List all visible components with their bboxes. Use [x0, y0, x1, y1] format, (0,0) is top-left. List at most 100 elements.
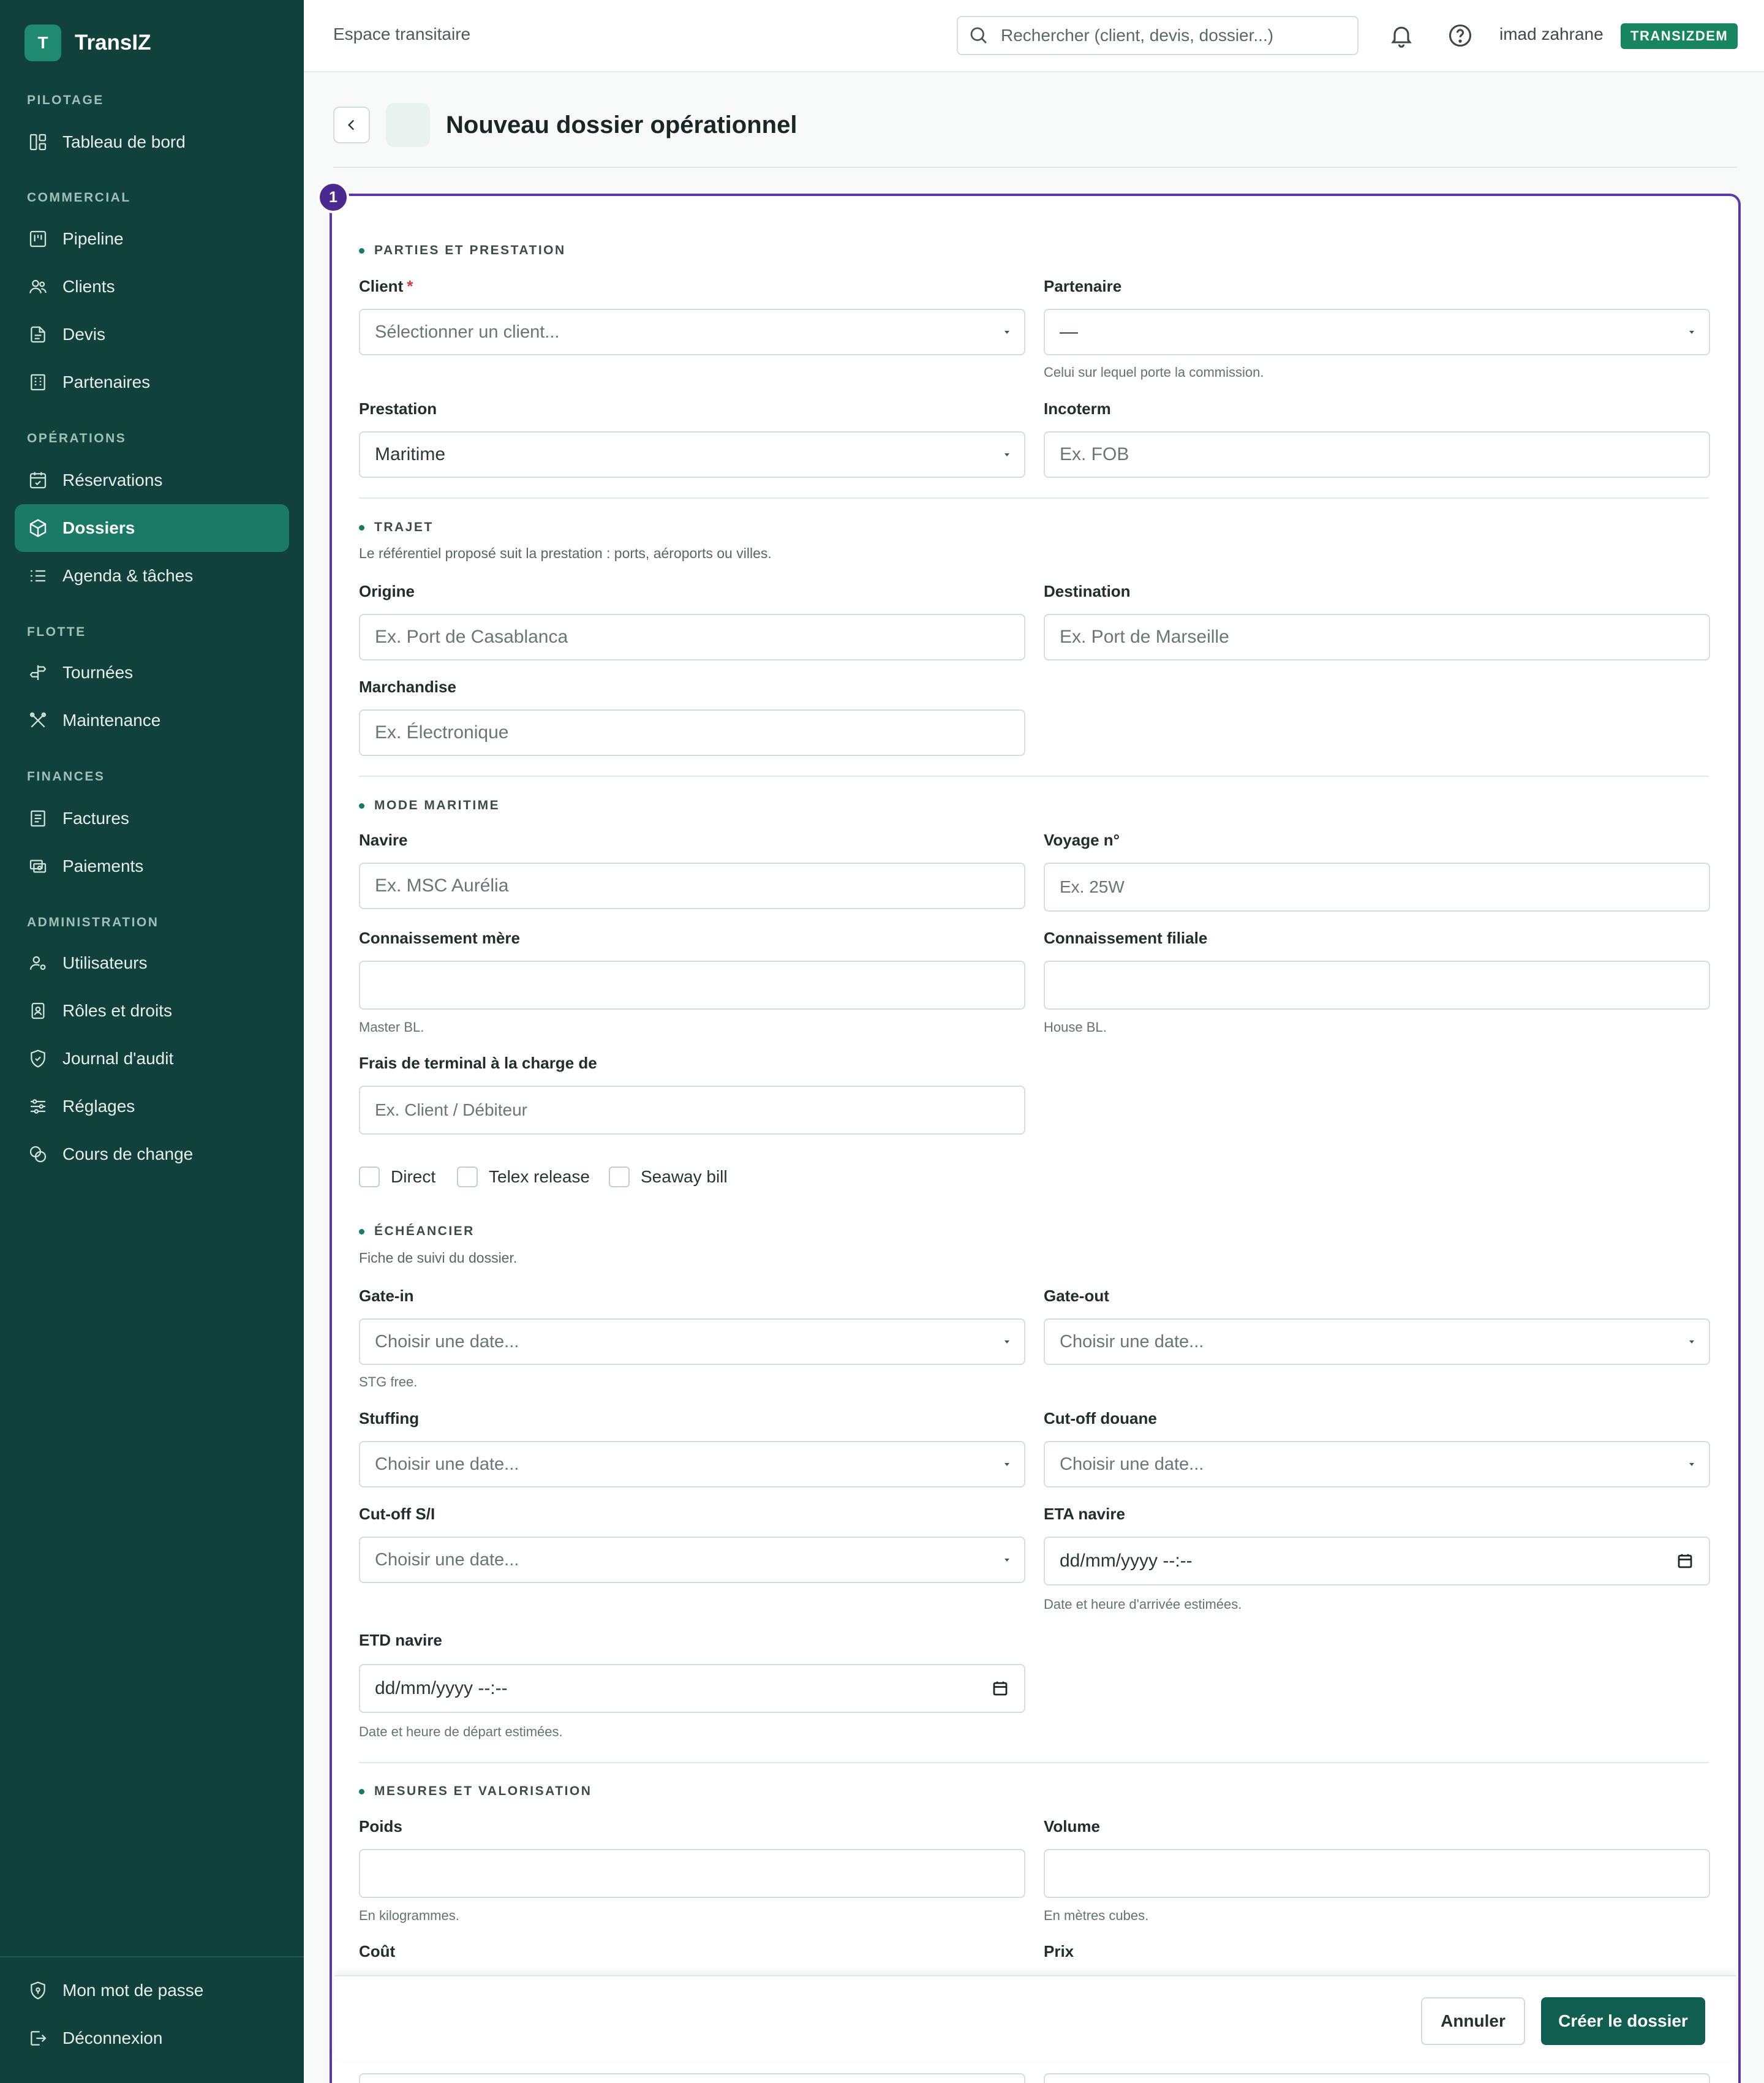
gate-out-datepicker[interactable]: Choisir une date... — [1044, 1318, 1710, 1365]
checkbox-telex-release[interactable]: Telex release — [457, 1166, 590, 1187]
section-divider — [359, 1762, 1709, 1763]
volume-input[interactable] — [1060, 1863, 1694, 1884]
step-badge: 1 — [317, 181, 349, 213]
prix-field[interactable] — [1044, 2073, 1710, 2083]
sidebar-item-clients[interactable]: Clients — [15, 263, 289, 311]
volume-field[interactable] — [1044, 1849, 1710, 1898]
bl-mere-label: Connaissement mère — [359, 929, 520, 947]
sidebar-item-maintenance[interactable]: Maintenance — [15, 697, 289, 744]
back-button[interactable] — [333, 107, 370, 143]
user-name[interactable]: imad zahrane — [1499, 25, 1604, 44]
sidebar-item-label: Devis — [62, 325, 106, 344]
bl-mere-hint: Master BL. — [359, 1019, 424, 1035]
cout-field[interactable] — [359, 2073, 1025, 2083]
poids-field[interactable] — [359, 1849, 1025, 1898]
checkbox-box[interactable] — [609, 1166, 630, 1187]
sidebar-item-devis[interactable]: Devis — [15, 311, 289, 358]
required-marker: * — [407, 277, 413, 295]
cutoff-si-datepicker[interactable]: Choisir une date... — [359, 1537, 1025, 1583]
help-icon[interactable] — [1447, 22, 1474, 49]
sidebar-item-pipeline[interactable]: Pipeline — [15, 215, 289, 263]
navire-field[interactable] — [359, 863, 1025, 909]
client-select-placeholder: Sélectionner un client... — [375, 322, 560, 342]
calendar-check-icon — [29, 472, 47, 489]
logout-icon — [31, 2031, 47, 2046]
date-placeholder: Choisir une date... — [1060, 1331, 1204, 1351]
sidebar-item-reservations[interactable]: Réservations — [15, 456, 289, 504]
bl-mere-input[interactable] — [375, 975, 1009, 996]
checkbox-direct[interactable]: Direct — [359, 1166, 435, 1187]
client-select[interactable]: Sélectionner un client... — [359, 309, 1025, 355]
sidebar-item-agenda[interactable]: Agenda & tâches — [15, 552, 289, 600]
incoterm-label: Incoterm — [1044, 399, 1111, 418]
nav-section-flotte: FLOTTE — [27, 625, 86, 639]
marchandise-field[interactable] — [359, 709, 1025, 756]
search-icon — [970, 27, 987, 43]
sidebar-item-reglages[interactable]: Réglages — [15, 1083, 289, 1130]
frais-terminal-input[interactable] — [375, 1100, 1009, 1120]
destination-input[interactable] — [1060, 627, 1694, 648]
sidebar-item-factures[interactable]: Factures — [15, 795, 289, 842]
poids-input[interactable] — [375, 1863, 1009, 1884]
checkbox-box[interactable] — [359, 1166, 380, 1187]
sidebar-item-label: Clients — [62, 277, 115, 296]
cutoff-douane-datepicker[interactable]: Choisir une date... — [1044, 1441, 1710, 1488]
bell-icon[interactable] — [1388, 22, 1415, 49]
sidebar-item-mot-de-passe[interactable]: Mon mot de passe — [15, 1967, 289, 2014]
bl-filiale-input[interactable] — [1060, 975, 1694, 996]
sidebar-item-dossiers[interactable]: Dossiers — [15, 504, 289, 552]
sidebar-item-paiements[interactable]: Paiements — [15, 842, 289, 890]
sidebar-item-partenaires[interactable]: Partenaires — [15, 358, 289, 406]
bl-filiale-field[interactable] — [1044, 961, 1710, 1010]
incoterm-field[interactable] — [1044, 431, 1710, 478]
navire-input[interactable] — [375, 875, 1009, 896]
cutoff-douane-label: Cut-off douane — [1044, 1409, 1157, 1427]
partenaire-select[interactable]: — — [1044, 309, 1710, 355]
sidebar-item-deconnexion[interactable]: Déconnexion — [15, 2014, 289, 2062]
checkbox-label: Telex release — [489, 1167, 590, 1186]
calendar-icon[interactable] — [991, 1679, 1009, 1698]
incoterm-input[interactable] — [1060, 444, 1694, 465]
destination-field[interactable] — [1044, 614, 1710, 660]
checkbox-box[interactable] — [457, 1166, 478, 1187]
marchandise-input[interactable] — [375, 722, 1009, 743]
voyage-field[interactable] — [1044, 863, 1710, 912]
nav-section-administration: ADMINISTRATION — [27, 915, 159, 929]
cancel-button[interactable]: Annuler — [1421, 1997, 1525, 2045]
brand[interactable]: T TransIZ — [24, 25, 151, 61]
calendar-icon[interactable] — [1676, 1552, 1694, 1570]
sidebar-item-audit[interactable]: Journal d'audit — [15, 1035, 289, 1083]
origine-field[interactable] — [359, 614, 1025, 660]
sidebar-item-tournees[interactable]: Tournées — [15, 649, 289, 697]
checkbox-seaway-bill[interactable]: Seaway bill — [609, 1166, 728, 1187]
sidebar-item-roles[interactable]: Rôles et droits — [15, 987, 289, 1035]
shield-check-icon — [31, 1049, 45, 1068]
etd-navire-datetime[interactable]: dd/mm/yyyy --:-- — [359, 1664, 1025, 1713]
partenaire-hint: Celui sur lequel porte la commission. — [1044, 365, 1264, 380]
gate-in-hint: STG free. — [359, 1374, 418, 1389]
building-icon — [31, 374, 45, 391]
sidebar-item-utilisateurs[interactable]: Utilisateurs — [15, 939, 289, 987]
gate-in-datepicker[interactable]: Choisir une date... — [359, 1318, 1025, 1365]
frais-terminal-field[interactable] — [359, 1086, 1025, 1135]
sidebar-divider — [0, 1956, 304, 1957]
user-cog-icon — [29, 956, 46, 970]
sidebar-item-cours-de-change[interactable]: Cours de change — [15, 1130, 289, 1178]
client-label-text: Client — [359, 277, 404, 295]
sidebar-item-label: Mon mot de passe — [62, 1981, 204, 2000]
stuffing-datepicker[interactable]: Choisir une date... — [359, 1441, 1025, 1488]
dashboard-icon — [29, 134, 47, 151]
prestation-select[interactable]: Maritime — [359, 431, 1025, 478]
search-box[interactable] — [957, 16, 1359, 55]
sidebar-item-label: Maintenance — [62, 711, 161, 730]
workspace-label: Espace transitaire — [333, 25, 471, 43]
bl-mere-field[interactable] — [359, 961, 1025, 1010]
sidebar-item-tableau-de-bord[interactable]: Tableau de bord — [15, 118, 289, 166]
eta-navire-datetime[interactable]: dd/mm/yyyy --:-- — [1044, 1537, 1710, 1586]
checkbox-label: Direct — [391, 1167, 436, 1186]
marchandise-label: Marchandise — [359, 678, 456, 696]
voyage-input[interactable] — [1060, 877, 1694, 897]
create-dossier-button[interactable]: Créer le dossier — [1541, 1997, 1705, 2045]
origine-input[interactable] — [375, 627, 1009, 648]
search-input[interactable] — [1001, 26, 1344, 45]
